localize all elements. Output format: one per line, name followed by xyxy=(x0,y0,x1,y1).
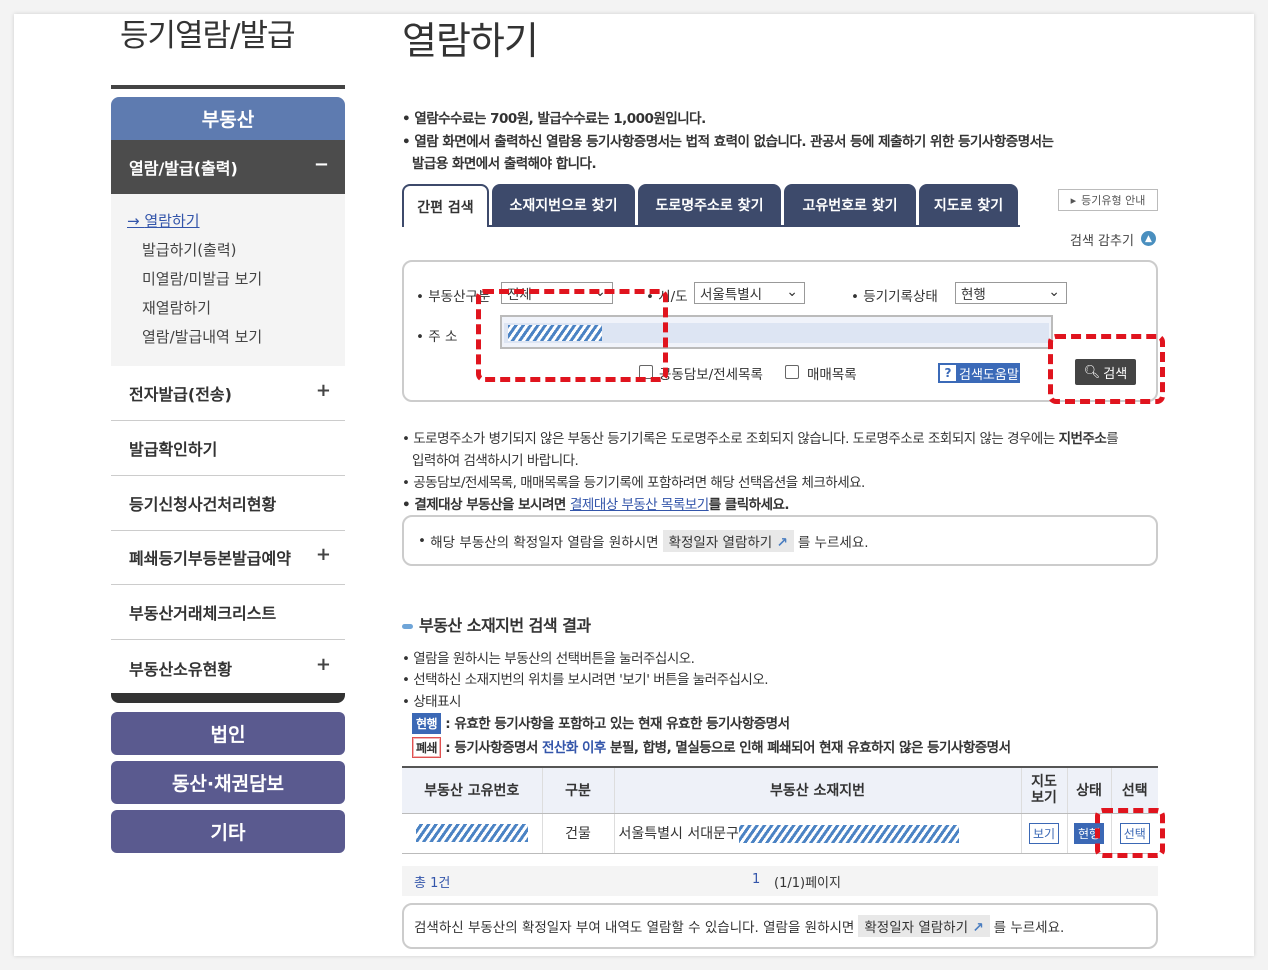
col-map: 지도 보기 xyxy=(1020,766,1067,814)
note-legal-cont: 발급용 화면에서 출력해야 합니다. xyxy=(412,156,597,172)
submenu-item-unviewed[interactable]: 미열람/미발급 보기 xyxy=(142,268,262,289)
chevron-down-icon: ⌄ xyxy=(786,284,798,300)
table-row: 건물 서울특별시 서대문구 보기 현행 선택 xyxy=(402,813,1158,854)
chevron-up-icon[interactable]: ▲ xyxy=(1141,231,1156,246)
question-icon: ? xyxy=(940,365,956,381)
map-view-button[interactable]: 보기 xyxy=(1028,822,1060,844)
highlight-box xyxy=(476,289,668,382)
payment-list-link[interactable]: 결제대상 부동산 목록보기 xyxy=(570,497,709,513)
info-box-confirm-date-history: 검색하신 부동산의 확정일자 부여 내역도 열람할 수 있습니다. 열람을 원하… xyxy=(402,903,1158,949)
page-title: 열람하기 xyxy=(402,19,539,63)
collateral-checkbox-label: 공동담보/전세목록 xyxy=(659,367,763,383)
legend-closed: 폐쇄 : 등기사항증명서 전산화 이후 분필, 합병, 멸실등으로 인해 폐쇄되… xyxy=(412,736,1011,758)
tab-simple-search[interactable]: 간편 검색 xyxy=(402,184,489,227)
expand-icon: + xyxy=(315,654,331,675)
sidebar-item-ownership[interactable]: 부동산소유현황 + xyxy=(111,640,345,695)
total-count: 총 1건 xyxy=(414,876,451,891)
status-label: • 등기기록상태 xyxy=(851,289,938,305)
col-address: 부동산 소재지번 xyxy=(613,766,1021,814)
tab-map[interactable]: 지도로 찾기 xyxy=(919,184,1018,225)
category-other[interactable]: 기타 xyxy=(111,810,345,853)
info-box-confirm-date: • 해당 부동산의 확정일자 열람을 원하시면 확정일자 열람하기 ↗ 를 누르… xyxy=(402,515,1158,566)
table-header-row: 부동산 고유번호 구분 부동산 소재지번 지도 보기 상태 선택 xyxy=(402,766,1158,814)
confirm-date-button[interactable]: 확정일자 열람하기 ↗ xyxy=(662,529,794,552)
status-badge-closed: 폐쇄 xyxy=(412,737,442,758)
note-payment: • 결제대상 부동산을 보시려면 결제대상 부동산 목록보기를 클릭하세요. xyxy=(402,497,790,513)
col-select: 선택 xyxy=(1110,766,1158,814)
bullet-icon xyxy=(402,624,413,629)
note-road-address: • 도로명주소가 병기되지 않은 부동산 등기기록은 도로명주소로 조회되지 않… xyxy=(402,431,1119,447)
submenu-item-view[interactable]: → 열람하기 xyxy=(127,210,200,231)
cell-type: 건물 xyxy=(541,813,614,854)
highlight-box xyxy=(1048,334,1165,404)
sidebar-item-e-issue[interactable]: 전자발급(전송) + xyxy=(111,366,345,421)
legend-current: 현행 : 유효한 등기사항을 포함하고 있는 현재 유효한 등기사항증명서 xyxy=(412,712,790,734)
sidebar-title: 등기열람/발급 xyxy=(120,18,296,54)
sidebar-item-verify[interactable]: 발급확인하기 xyxy=(111,421,345,476)
tab-unique-number[interactable]: 고유번호로 찾기 xyxy=(784,184,916,225)
pagination: 총 1건 1 (1/1)페이지 xyxy=(402,866,1158,896)
external-link-icon: ↗ xyxy=(776,534,788,551)
note-options: • 공동담보/전세목록, 매매목록을 등기기록에 포함하려면 해당 선택옵션을 … xyxy=(402,475,865,491)
sidebar-item-view-issue[interactable]: 열람/발급(출력) − xyxy=(111,140,345,194)
chevron-down-icon: ⌄ xyxy=(1048,284,1060,300)
sidebar-bottom xyxy=(111,693,345,703)
confirm-date-button[interactable]: 확정일자 열람하기 ↗ xyxy=(858,915,990,937)
tab-road-address[interactable]: 도로명주소로 찾기 xyxy=(638,184,781,225)
sale-list-checkbox[interactable] xyxy=(785,365,799,379)
result-note-map: • 선택하신 소재지번의 위치를 보시려면 '보기' 버튼을 눌러주십시오. xyxy=(402,672,769,688)
tab-underline xyxy=(489,225,1020,227)
col-unique-number: 부동산 고유번호 xyxy=(402,766,542,814)
category-movable[interactable]: 동산·채권담보 xyxy=(111,761,345,804)
arrow-icon: ▸ xyxy=(1070,193,1077,207)
note-road-address-cont: 입력하여 검색하시기 바랍니다. xyxy=(412,453,579,469)
tab-lot-number[interactable]: 소재지번으로 찾기 xyxy=(492,184,635,225)
note-fee: • 열람수수료는 700원, 발급수수료는 1,000원입니다. xyxy=(402,111,706,127)
cell-map: 보기 xyxy=(1020,813,1067,854)
result-note-select: • 열람을 원하시는 부동산의 선택버튼을 눌러주십시오. xyxy=(402,651,695,667)
redacted-text xyxy=(415,824,528,842)
divider xyxy=(111,85,345,89)
highlight-box xyxy=(1095,808,1165,858)
hide-search-link[interactable]: 검색 감추기 xyxy=(1070,230,1134,249)
result-note-status: • 상태표시 xyxy=(402,694,461,710)
page-info: (1/1)페이지 xyxy=(774,876,841,891)
sale-list-checkbox-label: 매매목록 xyxy=(807,367,857,383)
note-legal: • 열람 화면에서 출력하신 열람용 등기사항증명서는 법적 효력이 없습니다.… xyxy=(402,134,1054,150)
expand-icon: + xyxy=(315,544,331,565)
collapse-icon: − xyxy=(313,154,329,175)
status-badge-current: 현행 xyxy=(412,713,442,734)
sidebar-item-label: 열람/발급(출력) xyxy=(129,159,238,178)
submenu-item-history[interactable]: 열람/발급내역 보기 xyxy=(142,326,262,347)
category-real-estate[interactable]: 부동산 xyxy=(111,97,345,140)
status-select[interactable]: 현행 ⌄ xyxy=(955,282,1067,304)
external-link-icon: ↗ xyxy=(972,920,984,936)
search-help-button[interactable]: ? 검색도움말 xyxy=(938,363,1020,383)
sido-select[interactable]: 서울특별시 ⌄ xyxy=(694,282,805,304)
sidebar-item-closed-reserve[interactable]: 폐쇄등기부등본발급예약 + xyxy=(111,530,345,585)
registration-type-guide-button[interactable]: ▸ 등기유형 안내 xyxy=(1058,189,1158,211)
category-corporation[interactable]: 법인 xyxy=(111,712,345,755)
sidebar-item-case-status[interactable]: 등기신청사건처리현황 xyxy=(111,476,345,531)
result-table: 부동산 고유번호 구분 부동산 소재지번 지도 보기 상태 선택 건물 서울특별… xyxy=(402,766,1158,854)
col-type: 구분 xyxy=(541,766,614,814)
col-status: 상태 xyxy=(1066,766,1111,814)
redacted-text xyxy=(738,825,959,843)
expand-icon: + xyxy=(315,380,331,401)
page-number[interactable]: 1 xyxy=(752,872,760,887)
cell-unique-number xyxy=(402,813,542,854)
address-label: • 주 소 xyxy=(416,329,458,345)
submenu-item-review[interactable]: 재열람하기 xyxy=(142,297,211,318)
submenu-item-issue[interactable]: 발급하기(출력) xyxy=(142,239,237,260)
sidebar-item-checklist[interactable]: 부동산거래체크리스트 xyxy=(111,585,345,640)
result-title: 부동산 소재지번 검색 결과 xyxy=(402,612,591,636)
submenu: → 열람하기 발급하기(출력) 미열람/미발급 보기 재열람하기 열람/발급내역… xyxy=(111,194,345,366)
cell-address: 서울특별시 서대문구 xyxy=(613,813,1021,854)
